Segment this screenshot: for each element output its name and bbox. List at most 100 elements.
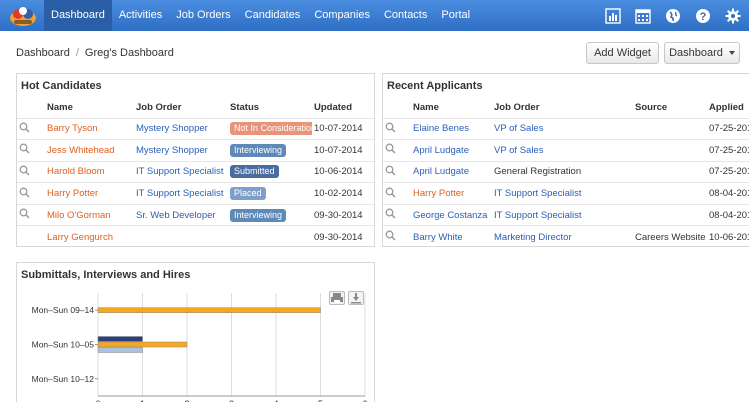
nav-item-job-orders[interactable]: Job Orders bbox=[169, 0, 237, 31]
applied-date: 07-25-2014 bbox=[707, 160, 749, 183]
status-badge: Not In Consideration bbox=[230, 122, 312, 136]
nav-icon-group: ? bbox=[595, 0, 745, 31]
source-text bbox=[633, 160, 707, 183]
applicant-name-link[interactable]: Barry White bbox=[411, 225, 492, 248]
table-row[interactable]: Harry Potter IT Support Specialist Placed 1… bbox=[17, 182, 376, 205]
applicant-name-link[interactable]: George Costanza bbox=[411, 203, 492, 226]
hot-candidates-panel: Hot Candidates Name Job Order Status Upd… bbox=[16, 73, 376, 248]
add-widget-label: Add Widget bbox=[594, 47, 651, 59]
column-header[interactable]: Applied bbox=[707, 98, 749, 118]
breadcrumb-root[interactable]: Dashboard bbox=[16, 47, 70, 59]
search-icon[interactable] bbox=[19, 143, 30, 154]
search-icon[interactable] bbox=[385, 143, 396, 154]
job-order-link[interactable]: IT Support Specialist bbox=[492, 182, 633, 205]
job-order-link[interactable]: Mystery Shopper bbox=[134, 117, 228, 140]
updated-date: 10-02-2014 bbox=[312, 182, 376, 205]
main-nav: Dashboard Activities Job Orders Candidates C… bbox=[44, 0, 477, 31]
gear-icon[interactable] bbox=[721, 0, 745, 31]
search-icon[interactable] bbox=[19, 165, 30, 176]
job-order-link[interactable]: Mystery Shopper bbox=[134, 139, 228, 162]
top-navbar: Dashboard Activities Job Orders Candidates C… bbox=[0, 0, 749, 31]
table-row[interactable]: Elaine BenesVP of Sales 07-25-2014 bbox=[383, 117, 749, 140]
y-category-label: Mon–Sun 09–14 bbox=[32, 305, 95, 315]
add-widget-button[interactable]: Add Widget bbox=[586, 42, 659, 64]
column-header[interactable]: Name bbox=[45, 98, 134, 118]
caret-down-icon bbox=[728, 51, 735, 55]
job-order-link[interactable]: Sr. Web Developer bbox=[134, 203, 228, 226]
job-order-link[interactable]: IT Support Specialist bbox=[134, 160, 228, 183]
nav-item-activities[interactable]: Activities bbox=[112, 0, 169, 31]
applied-date: 08-04-2014 bbox=[707, 203, 749, 226]
recent-applicants-panel: Recent Applicants Name Job Order Source … bbox=[382, 73, 749, 248]
bar-chart: 0123456Mon–Sun 09–14Mon–Sun 10–05Mon–Sun… bbox=[32, 293, 368, 402]
globe-icon[interactable] bbox=[661, 0, 685, 31]
table-row[interactable]: Larry Gengurch 09-30-2014 bbox=[17, 225, 376, 248]
breadcrumb-current: Greg's Dashboard bbox=[84, 47, 174, 59]
bar-chart-icon[interactable] bbox=[601, 0, 625, 31]
updated-date: 10-07-2014 bbox=[312, 117, 376, 140]
job-order-link[interactable]: VP of Sales bbox=[492, 117, 633, 140]
calendar-icon[interactable] bbox=[631, 0, 655, 31]
candidate-name-link[interactable]: Harry Potter bbox=[45, 182, 134, 205]
candidate-name-link[interactable]: Milo O'Gorman bbox=[45, 203, 134, 226]
candidate-name-link[interactable]: Jess Whitehead bbox=[45, 139, 134, 162]
applicant-name-link[interactable]: Harry Potter bbox=[411, 182, 492, 205]
source-text bbox=[633, 117, 707, 140]
column-header[interactable]: Name bbox=[411, 98, 492, 118]
search-icon[interactable] bbox=[385, 122, 396, 133]
nav-item-dashboard[interactable]: Dashboard bbox=[44, 0, 112, 31]
applicant-name-link[interactable]: April Ludgate bbox=[411, 139, 492, 162]
column-header[interactable]: Source bbox=[633, 98, 707, 118]
search-icon[interactable] bbox=[19, 122, 30, 133]
job-order-link[interactable]: VP of Sales bbox=[492, 139, 633, 162]
table-row[interactable]: George Costanza IT Support Specialist 08-0… bbox=[383, 203, 749, 226]
table-row[interactable]: Harold Bloom IT Support Specialist Submitt… bbox=[17, 160, 376, 183]
search-icon[interactable] bbox=[385, 187, 396, 198]
dashboard-dropdown-label: Dashboard bbox=[669, 47, 723, 59]
candidate-name-link[interactable]: Barry Tyson bbox=[45, 117, 134, 140]
nav-item-companies[interactable]: Companies bbox=[307, 0, 377, 31]
breadcrumb: Dashboard / Greg's Dashboard bbox=[16, 47, 174, 59]
nav-item-portal[interactable]: Portal bbox=[434, 0, 477, 31]
table-row[interactable]: Barry Tyson Mystery Shopper Not In Conside… bbox=[17, 117, 376, 140]
column-header[interactable]: Job Order bbox=[492, 98, 633, 118]
job-order-link[interactable] bbox=[134, 225, 228, 248]
search-icon[interactable] bbox=[19, 187, 30, 198]
nav-item-contacts[interactable]: Contacts bbox=[377, 0, 434, 31]
nav-item-candidates[interactable]: Candidates bbox=[238, 0, 308, 31]
table-row[interactable]: Milo O'Gorman Sr. Web Developer Interviewi… bbox=[17, 203, 376, 226]
recent-applicants-table: Name Job Order Source Applied Elaine Ben… bbox=[383, 98, 749, 248]
table-row[interactable]: April LudgateVP of Sales 07-25-2014 bbox=[383, 139, 749, 162]
search-icon[interactable] bbox=[385, 230, 396, 241]
table-row[interactable]: April Ludgate General Registration 07-25-2… bbox=[383, 160, 749, 183]
app-logo[interactable] bbox=[6, 0, 40, 31]
applicant-name-link[interactable]: Elaine Benes bbox=[411, 117, 492, 140]
table-row[interactable]: Harry Potter IT Support Specialist 08-04-2… bbox=[383, 182, 749, 205]
candidate-name-link[interactable]: Larry Gengurch bbox=[45, 225, 134, 248]
search-icon[interactable] bbox=[385, 208, 396, 219]
help-icon[interactable]: ? bbox=[691, 0, 715, 31]
updated-date: 10-06-2014 bbox=[312, 160, 376, 183]
updated-date: 09-30-2014 bbox=[312, 225, 376, 248]
applicant-name-link[interactable]: April Ludgate bbox=[411, 160, 492, 183]
column-header[interactable]: Status bbox=[228, 98, 312, 118]
chart-panel: Submittals, Interviews and Hires 0123456… bbox=[16, 262, 375, 402]
column-header[interactable]: Job Order bbox=[134, 98, 228, 118]
applied-date: 07-25-2014 bbox=[707, 139, 749, 162]
dashboard-dropdown-button[interactable]: Dashboard bbox=[664, 42, 740, 64]
table-row[interactable]: Barry White Marketing Director Careers Web… bbox=[383, 225, 749, 248]
source-text bbox=[633, 203, 707, 226]
candidate-name-link[interactable]: Harold Bloom bbox=[45, 160, 134, 183]
search-icon[interactable] bbox=[385, 165, 396, 176]
applied-date: 10-06-2014 bbox=[707, 225, 749, 248]
search-icon[interactable] bbox=[19, 208, 30, 219]
column-header[interactable]: Updated bbox=[312, 98, 376, 118]
hot-candidates-table: Name Job Order Status Updated Barry Tyso… bbox=[17, 98, 376, 248]
job-order-link[interactable]: IT Support Specialist bbox=[134, 182, 228, 205]
source-text: Careers Website bbox=[633, 225, 707, 248]
job-order-link[interactable]: IT Support Specialist bbox=[492, 203, 633, 226]
job-order-link[interactable]: Marketing Director bbox=[492, 225, 633, 248]
svg-text:?: ? bbox=[700, 11, 707, 23]
table-row[interactable]: Jess Whitehead Mystery Shopper Interviewin… bbox=[17, 139, 376, 162]
status-badge: Submitted bbox=[230, 165, 279, 179]
